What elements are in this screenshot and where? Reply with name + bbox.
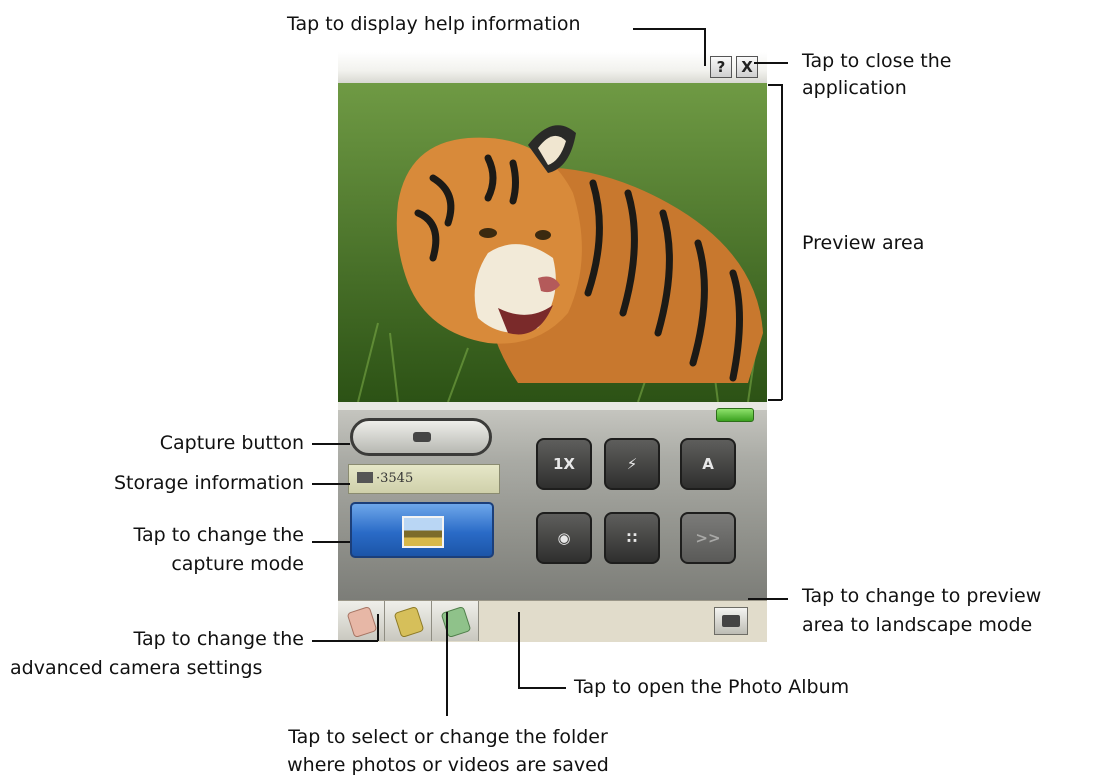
leader-capture xyxy=(312,443,350,445)
callout-advanced-2: advanced camera settings xyxy=(10,657,263,679)
zoom-button[interactable]: 1X xyxy=(536,438,592,490)
preview-area[interactable] xyxy=(338,83,767,402)
leader-folder xyxy=(446,612,448,716)
settings-icon xyxy=(346,605,378,639)
callout-storage: Storage information xyxy=(113,472,304,494)
storage-count: 3545 xyxy=(380,471,414,486)
white-balance-button[interactable]: A xyxy=(680,438,736,490)
control-top-strip xyxy=(338,402,767,410)
leader-landscape xyxy=(748,598,788,600)
callout-preview: Preview area xyxy=(802,232,925,254)
leader-advanced-v xyxy=(377,614,379,641)
storage-information: ·3545 xyxy=(348,464,500,494)
leader-mode xyxy=(312,541,350,543)
photo-album-tab[interactable] xyxy=(432,601,479,641)
close-button[interactable]: X xyxy=(736,56,758,78)
photo-mode-icon xyxy=(402,516,444,548)
memory-card-icon xyxy=(357,472,373,483)
flash-icon: ⚡ xyxy=(626,455,638,473)
self-timer-button[interactable]: ◉ xyxy=(536,512,592,564)
status-indicator xyxy=(716,408,754,422)
camera-icon xyxy=(413,432,431,442)
auto-label: A xyxy=(702,455,714,473)
landscape-mode-button[interactable] xyxy=(714,607,748,635)
next-button[interactable]: >> xyxy=(680,512,736,564)
leader-storage xyxy=(312,483,350,485)
close-icon: X xyxy=(741,58,753,76)
zoom-label: 1X xyxy=(552,455,575,473)
bracket-preview-bottom xyxy=(768,399,782,401)
callout-mode-1: Tap to change the xyxy=(133,524,304,546)
bracket-preview-top xyxy=(768,84,782,86)
leader-help-h xyxy=(633,28,705,30)
tiger-photo xyxy=(338,83,767,402)
callout-folder-2: where photos or videos are saved xyxy=(287,754,609,776)
callout-landscape-2: area to landscape mode xyxy=(802,614,1033,636)
bottom-toolbar xyxy=(338,600,767,642)
self-timer-icon: ◉ xyxy=(557,529,571,547)
leader-album-h xyxy=(518,687,566,689)
leader-help-v xyxy=(704,28,706,66)
callout-landscape-1: Tap to change to preview xyxy=(802,585,1042,607)
help-button[interactable]: ? xyxy=(710,56,732,78)
callout-help: Tap to display help information xyxy=(287,13,581,35)
leader-advanced-h xyxy=(312,640,378,642)
callout-close-1: Tap to close the xyxy=(802,50,952,72)
next-icon: >> xyxy=(695,529,721,547)
folder-tab[interactable] xyxy=(385,601,432,641)
help-icon: ? xyxy=(716,58,726,76)
callout-mode-2: capture mode xyxy=(171,553,304,575)
folder-icon xyxy=(393,605,425,639)
grid-button[interactable]: ∷ xyxy=(604,512,660,564)
leader-album-v xyxy=(518,612,520,688)
callout-folder-1: Tap to select or change the folder xyxy=(288,726,608,748)
bracket-preview xyxy=(781,84,783,400)
callout-advanced-1: Tap to change the xyxy=(133,628,304,650)
leader-close xyxy=(754,62,788,64)
camera-app-window: ? X ·3545 1X ⚡ A ◉ ∷ >> xyxy=(338,52,767,642)
capture-mode-button[interactable] xyxy=(350,502,494,558)
callout-capture: Capture button xyxy=(159,432,304,454)
capture-button[interactable] xyxy=(350,418,492,456)
control-panel: ·3545 1X ⚡ A ◉ ∷ >> xyxy=(338,402,767,600)
flash-button[interactable]: ⚡ xyxy=(604,438,660,490)
callout-close-2: application xyxy=(802,77,907,99)
grid-icon: ∷ xyxy=(626,529,638,547)
callout-album: Tap to open the Photo Album xyxy=(574,676,850,698)
landscape-rotate-icon xyxy=(722,615,740,627)
title-bar: ? X xyxy=(338,52,767,84)
